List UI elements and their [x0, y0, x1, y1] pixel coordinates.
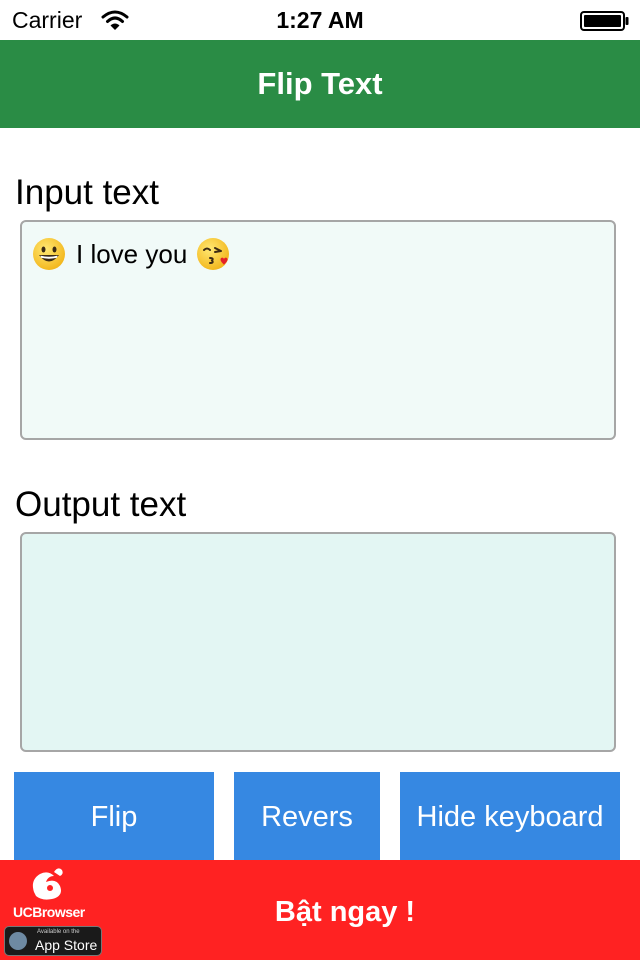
revers-button[interactable]: Revers [234, 772, 380, 860]
input-text-content: I love you [32, 236, 230, 272]
app-store-badge[interactable]: Available on the App Store [4, 926, 102, 956]
output-text-label: Output text [15, 485, 187, 524]
kissing-face-emoji-icon [197, 238, 230, 270]
app-store-logo-icon [9, 932, 27, 950]
input-text-area[interactable]: I love you [20, 220, 616, 440]
hide-keyboard-button[interactable]: Hide keyboard [400, 772, 620, 860]
output-text-area[interactable] [20, 532, 616, 752]
grinning-face-emoji-icon [33, 238, 65, 270]
app-store-small-text: Available on the [37, 929, 80, 935]
input-text-value: I love you [76, 239, 188, 269]
app-store-text: App Store [35, 937, 98, 953]
status-bar: Carrier 1:27 AM [0, 0, 640, 40]
page-title: Flip Text [257, 66, 383, 101]
flip-button[interactable]: Flip [14, 772, 214, 860]
status-time: 1:27 AM [276, 7, 364, 33]
battery-icon [580, 11, 629, 31]
nav-bar: Flip Text [0, 40, 640, 128]
input-text-label: Input text [15, 173, 159, 212]
